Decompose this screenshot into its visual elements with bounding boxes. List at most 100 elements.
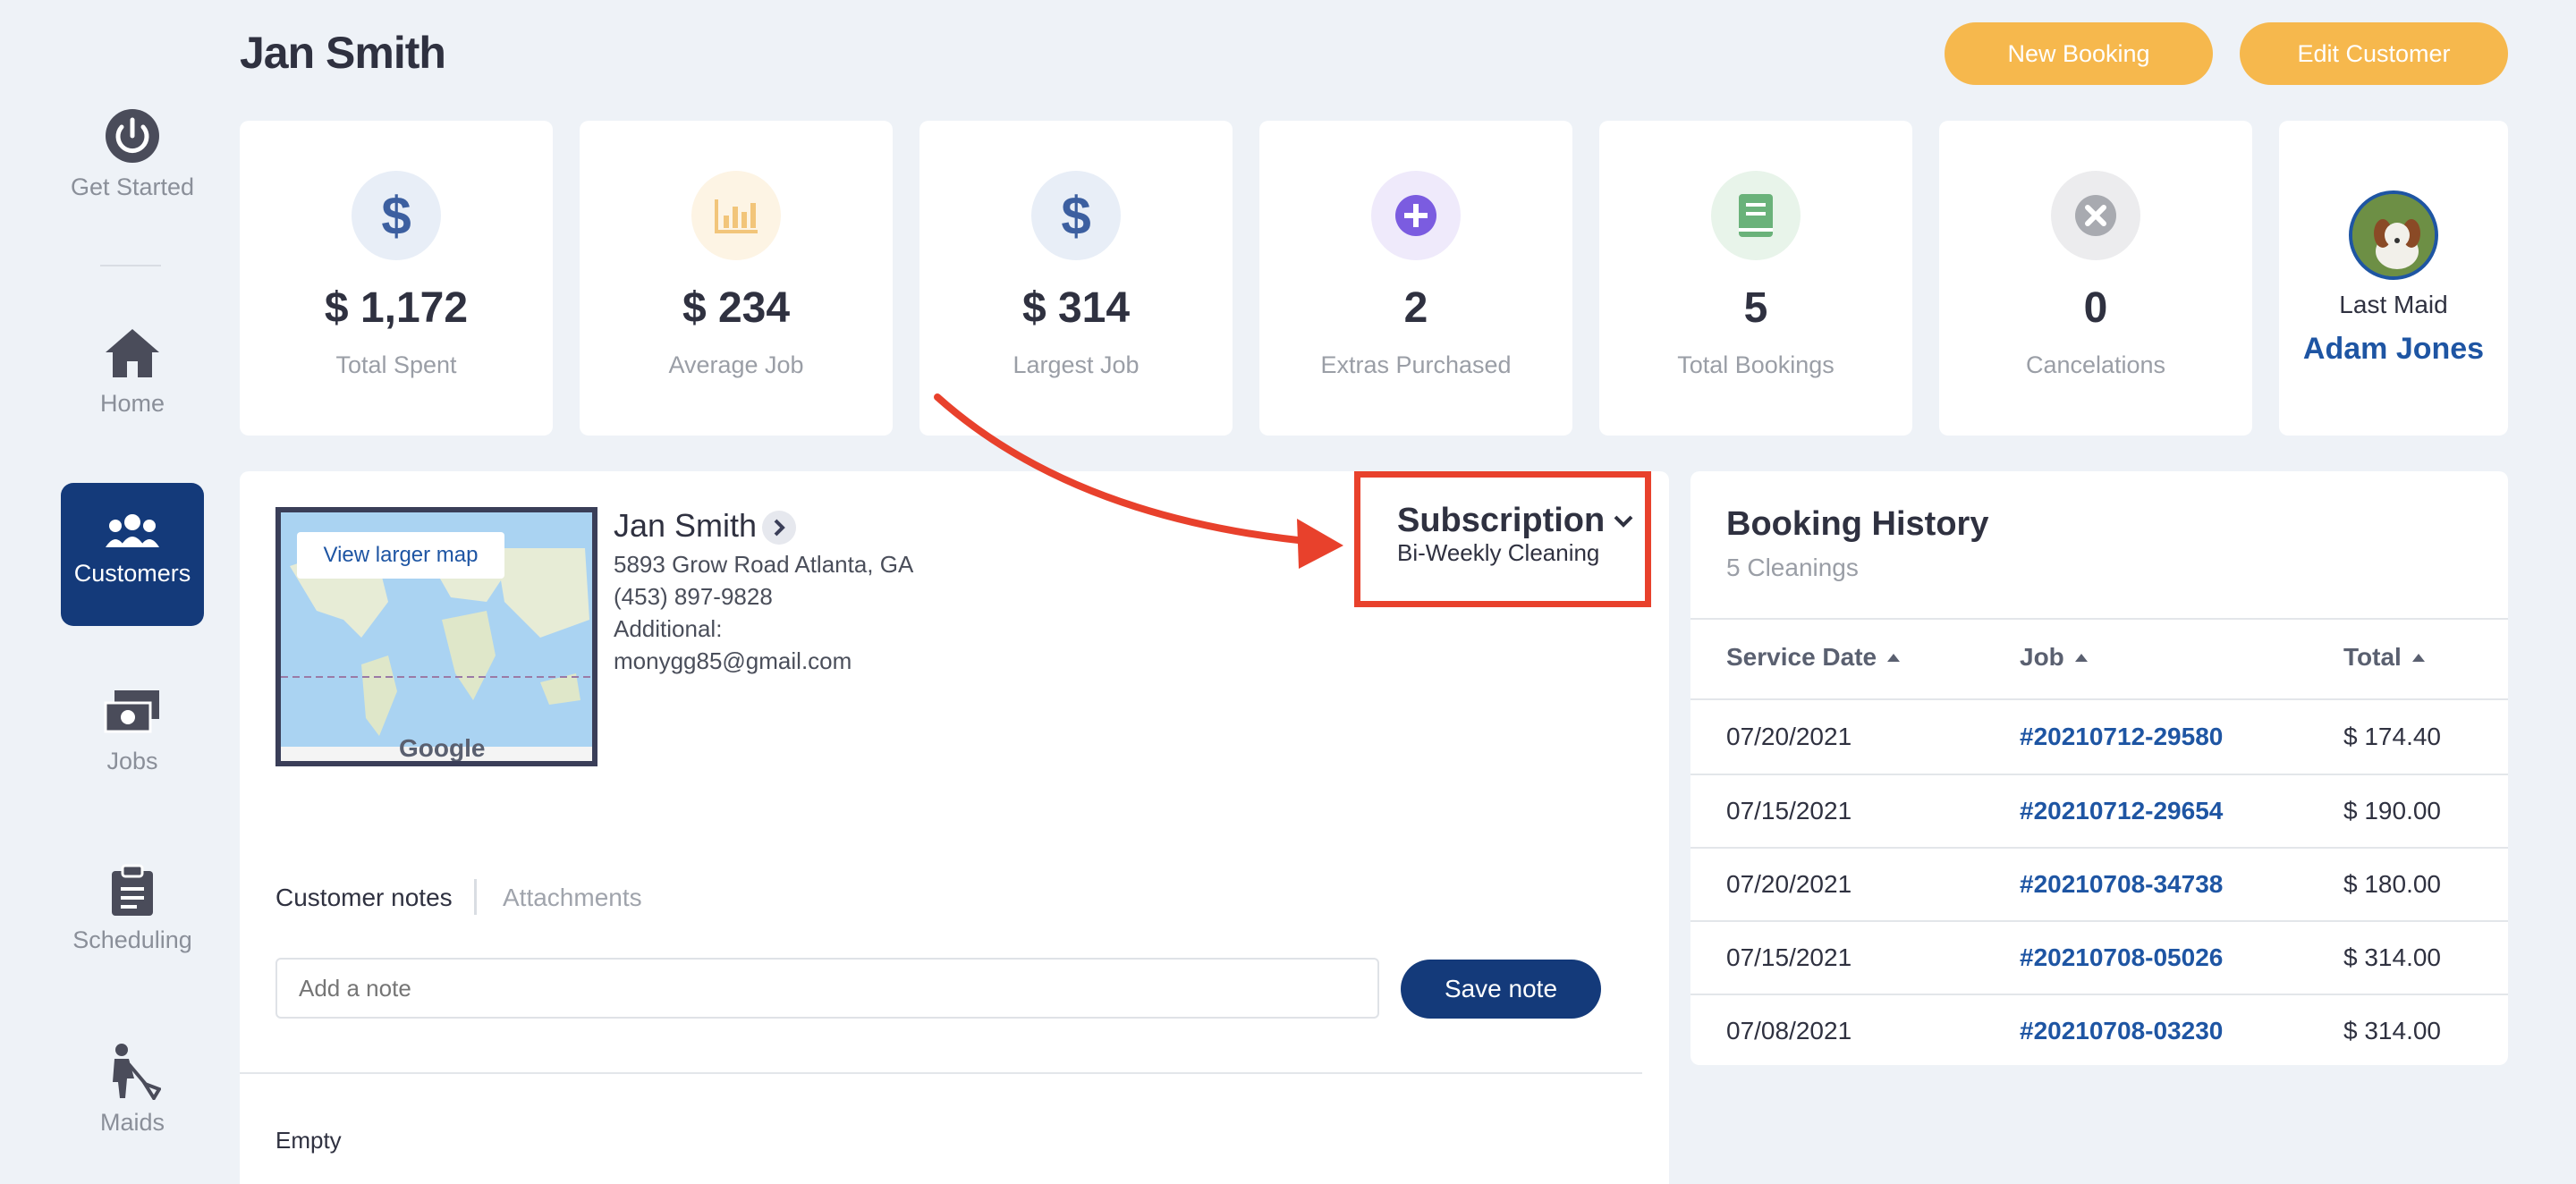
dollar-icon: $ <box>1031 171 1121 260</box>
job-link[interactable]: #20210708-05026 <box>2020 943 2223 972</box>
tab-customer-notes[interactable]: Customer notes <box>275 884 453 912</box>
table-row: 07/15/2021 #20210708-05026 $ 314.00 <box>1690 922 2508 994</box>
sidebar-item-customers[interactable]: Customers <box>61 483 204 626</box>
total-cell: $ 314.00 <box>2343 943 2441 971</box>
service-date-cell: 07/20/2021 <box>1726 870 1852 898</box>
table-row: 07/20/2021 #20210712-29580 $ 174.40 <box>1690 700 2508 774</box>
power-icon <box>106 109 159 163</box>
save-note-button[interactable]: Save note <box>1401 960 1601 1019</box>
last-maid-label: Last Maid <box>2339 291 2448 318</box>
stat-card-average-job: $ 234 Average Job <box>580 121 893 436</box>
sidebar-item-label: Customers <box>73 560 191 587</box>
book-icon <box>1711 171 1801 260</box>
stat-card-total-spent: $ $ 1,172 Total Spent <box>240 121 553 436</box>
stat-label: Cancelations <box>2025 351 2166 378</box>
stat-value: $ 234 <box>682 284 791 332</box>
customer-email: monygg85@gmail.com <box>614 647 852 674</box>
sidebar: Get Started Home Customers Jobs Scheduli… <box>0 0 240 1184</box>
subscription-dropdown[interactable]: Subscription <box>1397 502 1633 540</box>
stat-card-cancelations: 0 Cancelations <box>1939 121 2252 436</box>
column-header-job[interactable]: Job <box>2020 643 2089 672</box>
stat-label: Total Spent <box>335 351 457 378</box>
users-icon <box>106 514 159 547</box>
edit-customer-button[interactable]: Edit Customer <box>2240 22 2508 85</box>
sidebar-item-get-started[interactable]: Get Started <box>61 107 204 201</box>
chart-icon <box>691 171 781 260</box>
home-icon <box>106 329 159 377</box>
stat-label: Total Bookings <box>1677 351 1835 378</box>
customer-phone: (453) 897-9828 <box>614 583 773 610</box>
column-header-total[interactable]: Total <box>2343 643 2427 672</box>
note-input[interactable] <box>275 958 1379 1019</box>
avatar <box>2349 190 2438 280</box>
tab-attachments[interactable]: Attachments <box>503 884 642 912</box>
table-row: 07/20/2021 #20210708-34738 $ 180.00 <box>1690 849 2508 920</box>
new-booking-button[interactable]: New Booking <box>1945 22 2213 85</box>
clipboard-icon <box>112 864 153 916</box>
service-date-cell: 07/20/2021 <box>1726 723 1852 750</box>
table-divider <box>1690 618 2508 620</box>
annotation-arrow <box>934 393 1343 569</box>
booking-history-panel: Booking History 5 Cleanings Service Date… <box>1690 471 2508 1065</box>
stat-value: 0 <box>2083 284 2108 332</box>
table-row: 07/08/2021 #20210708-03230 $ 314.00 <box>1690 995 2508 1065</box>
stat-label: Average Job <box>668 351 804 378</box>
last-maid-name[interactable]: Adam Jones <box>2279 332 2508 367</box>
view-larger-map-button[interactable]: View larger map <box>297 532 504 579</box>
chevron-down-icon <box>1614 515 1633 528</box>
chevron-right-icon[interactable] <box>762 511 796 545</box>
customer-name: Jan Smith <box>614 507 758 544</box>
page-title: Jan Smith <box>240 28 446 78</box>
stat-label: Extras Purchased <box>1320 351 1512 378</box>
job-link[interactable]: #20210708-34738 <box>2020 870 2223 899</box>
sidebar-item-scheduling[interactable]: Scheduling <box>61 864 204 954</box>
sidebar-item-label: Jobs <box>106 748 158 774</box>
sort-ascending-icon <box>2074 654 2088 662</box>
job-link[interactable]: #20210708-03230 <box>2020 1017 2223 1045</box>
table-row: 07/15/2021 #20210712-29654 $ 190.00 <box>1690 775 2508 847</box>
column-header-service-date[interactable]: Service Date <box>1726 643 1902 672</box>
sidebar-item-label: Home <box>99 390 165 417</box>
dollar-icon: $ <box>352 171 441 260</box>
stat-value: 5 <box>1743 284 1768 332</box>
customer-additional-label: Additional: <box>614 615 723 642</box>
last-maid-card[interactable]: Last Maid Adam Jones <box>2279 121 2508 436</box>
stat-value: $ 1,172 <box>324 284 469 332</box>
booking-history-title: Booking History <box>1726 505 1989 543</box>
total-cell: $ 180.00 <box>2343 870 2441 898</box>
customer-map[interactable]: View larger map Google <box>275 507 597 766</box>
total-cell: $ 174.40 <box>2343 723 2441 750</box>
sort-ascending-icon <box>2411 654 2425 662</box>
subscription-title: Subscription <box>1397 502 1606 539</box>
x-icon <box>2051 171 2140 260</box>
plus-icon <box>1371 171 1461 260</box>
sidebar-item-home[interactable]: Home <box>61 324 204 418</box>
column-header-label: Service Date <box>1726 643 1877 671</box>
sidebar-divider <box>100 265 161 266</box>
sort-ascending-icon <box>1887 654 1901 662</box>
notes-empty-text: Empty <box>275 1127 342 1154</box>
column-header-label: Job <box>2020 643 2064 671</box>
service-date-cell: 07/15/2021 <box>1726 797 1852 825</box>
sidebar-item-jobs[interactable]: Jobs <box>61 689 204 775</box>
maid-icon <box>113 1044 161 1100</box>
total-cell: $ 190.00 <box>2343 797 2441 825</box>
job-link[interactable]: #20210712-29654 <box>2020 797 2223 825</box>
customer-address: 5893 Grow Road Atlanta, GA <box>614 551 914 578</box>
stat-label: Largest Job <box>1013 351 1140 378</box>
subscription-value: Bi-Weekly Cleaning <box>1397 539 1600 566</box>
stat-value: 2 <box>1403 284 1428 332</box>
service-date-cell: 07/15/2021 <box>1726 943 1852 971</box>
sidebar-item-label: Get Started <box>70 173 195 200</box>
job-link[interactable]: #20210712-29580 <box>2020 723 2223 751</box>
notes-divider <box>240 1072 1642 1074</box>
money-icon <box>104 690 159 733</box>
sidebar-item-maids[interactable]: Maids <box>61 1043 204 1137</box>
stat-card-total-bookings: 5 Total Bookings <box>1599 121 1912 436</box>
tab-divider <box>474 879 477 915</box>
service-date-cell: 07/08/2021 <box>1726 1017 1852 1044</box>
google-logo: Google <box>399 734 486 762</box>
stat-value: $ 314 <box>1021 284 1131 332</box>
column-header-label: Total <box>2343 643 2402 671</box>
booking-history-subtitle: 5 Cleanings <box>1726 554 1859 581</box>
